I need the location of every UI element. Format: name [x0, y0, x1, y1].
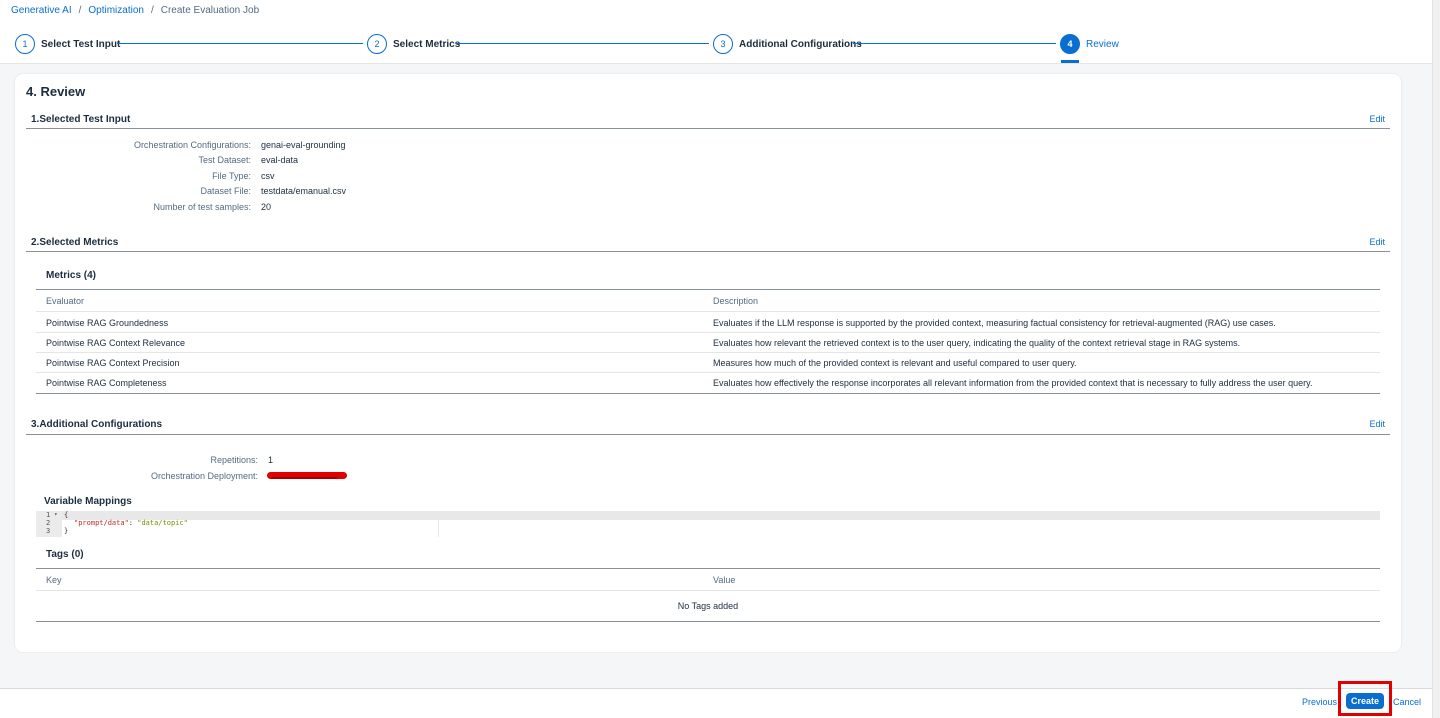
step-label: Review: [1086, 38, 1119, 50]
editor-print-margin: [438, 511, 439, 537]
tags-empty-message: No Tags added: [677, 601, 739, 611]
section-divider: [26, 128, 1390, 129]
metric-evaluator: Pointwise RAG Context Precision: [46, 358, 180, 368]
field-label: Orchestration Deployment:: [150, 471, 258, 481]
step-number: 3: [713, 34, 733, 54]
step-connector: [456, 43, 709, 44]
previous-button[interactable]: Previous: [1302, 697, 1337, 707]
cancel-button[interactable]: Cancel: [1393, 697, 1421, 707]
table-row-divider: [36, 590, 1380, 591]
table-border: [36, 621, 1380, 622]
step-connector: [117, 43, 363, 44]
step-label: Select Test Input: [41, 38, 121, 50]
page-title: 4. Review: [26, 84, 86, 99]
table-row-divider: [36, 352, 1380, 353]
line-number: 1: [46, 511, 51, 519]
active-step-indicator: [1061, 60, 1079, 63]
line-number: 2: [46, 519, 51, 527]
field-value: eval-data: [261, 155, 299, 165]
breadcrumb-current: Create Evaluation Job: [160, 5, 260, 16]
create-button-highlight: [1338, 681, 1392, 716]
section-title-additional: 3.Additional Configurations: [31, 419, 163, 430]
field-label: Orchestration Configurations:: [133, 140, 251, 150]
section-title-metrics: 2.Selected Metrics: [31, 237, 119, 248]
step-label: Select Metrics: [393, 38, 461, 50]
line-number: 3: [46, 527, 51, 535]
section-title-test-input: 1.Selected Test Input: [31, 114, 131, 125]
field-label: Dataset File:: [200, 186, 251, 196]
section-divider: [26, 434, 1390, 435]
metric-description: Evaluates how relevant the retrieved con…: [713, 338, 1241, 348]
field-label: File Type:: [212, 171, 251, 181]
variable-mappings-editor[interactable]: 1 ▾ { 2 "prompt/data": "data/topic" 3 }: [36, 511, 1380, 537]
edit-additional-link[interactable]: Edit: [1369, 419, 1385, 429]
json-colon: :: [128, 519, 138, 527]
breadcrumb-optimization[interactable]: Optimization: [88, 5, 144, 16]
metric-evaluator: Pointwise RAG Context Relevance: [46, 338, 186, 348]
column-header-key: Key: [46, 575, 62, 585]
page-header: Generative AI / Optimization / Create Ev…: [0, 0, 1432, 64]
field-label: Repetitions:: [210, 455, 258, 465]
breadcrumb-separator: /: [78, 5, 82, 16]
table-border: [36, 289, 1380, 290]
field-label: Number of test samples:: [153, 202, 251, 212]
breadcrumb: Generative AI / Optimization / Create Ev…: [11, 5, 259, 16]
table-row-divider: [36, 372, 1380, 373]
metrics-table-title: Metrics (4): [46, 270, 97, 281]
metric-evaluator: Pointwise RAG Groundedness: [46, 318, 169, 328]
step-label: Additional Configurations: [739, 38, 862, 50]
json-key: "prompt/data": [74, 519, 129, 527]
column-header-value: Value: [713, 575, 736, 585]
section-divider: [26, 251, 1390, 252]
code-text: }: [64, 527, 69, 535]
step-number: 4: [1060, 34, 1080, 54]
footer-toolbar: [0, 688, 1432, 718]
redacted-value-stroke: [271, 477, 337, 479]
field-value: testdata/emanual.csv: [261, 186, 347, 196]
wizard-step-3[interactable]: 3 Additional Configurations: [713, 34, 862, 54]
column-header-description: Description: [713, 296, 759, 306]
metric-evaluator: Pointwise RAG Completeness: [46, 378, 167, 388]
table-row-divider: [36, 311, 1380, 312]
column-header-evaluator: Evaluator: [46, 296, 85, 306]
code-text: "prompt/data": "data/topic": [74, 519, 188, 527]
field-value: 1: [268, 455, 274, 465]
breadcrumb-generative-ai[interactable]: Generative AI: [11, 5, 72, 16]
json-value: "data/topic": [137, 519, 188, 527]
table-border: [36, 393, 1380, 394]
variable-mappings-title: Variable Mappings: [44, 496, 132, 507]
metric-description: Evaluates if the LLM response is support…: [713, 318, 1276, 328]
field-value: csv: [261, 171, 275, 181]
field-value: 20: [261, 202, 272, 212]
vertical-scrollbar[interactable]: [1432, 0, 1440, 718]
table-row-divider: [36, 332, 1380, 333]
field-label: Test Dataset:: [198, 155, 251, 165]
wizard-step-2[interactable]: 2 Select Metrics: [367, 34, 460, 54]
tags-title: Tags (0): [46, 549, 84, 560]
step-number: 2: [367, 34, 387, 54]
step-number: 1: [15, 34, 35, 54]
metric-description: Evaluates how effectively the response i…: [713, 378, 1313, 388]
code-text: {: [64, 511, 69, 519]
step-connector: [853, 43, 1056, 44]
metric-description: Measures how much of the provided contex…: [713, 358, 1077, 368]
wizard-step-4[interactable]: 4 Review: [1060, 34, 1119, 54]
edit-test-input-link[interactable]: Edit: [1369, 114, 1385, 124]
fold-arrow-icon[interactable]: ▾: [54, 511, 58, 518]
breadcrumb-separator: /: [150, 5, 154, 16]
wizard-step-1[interactable]: 1 Select Test Input: [15, 34, 120, 54]
edit-metrics-link[interactable]: Edit: [1369, 237, 1385, 247]
editor-active-line: [62, 511, 1380, 520]
table-border: [36, 568, 1380, 569]
field-value: genai-eval-grounding: [261, 140, 346, 150]
